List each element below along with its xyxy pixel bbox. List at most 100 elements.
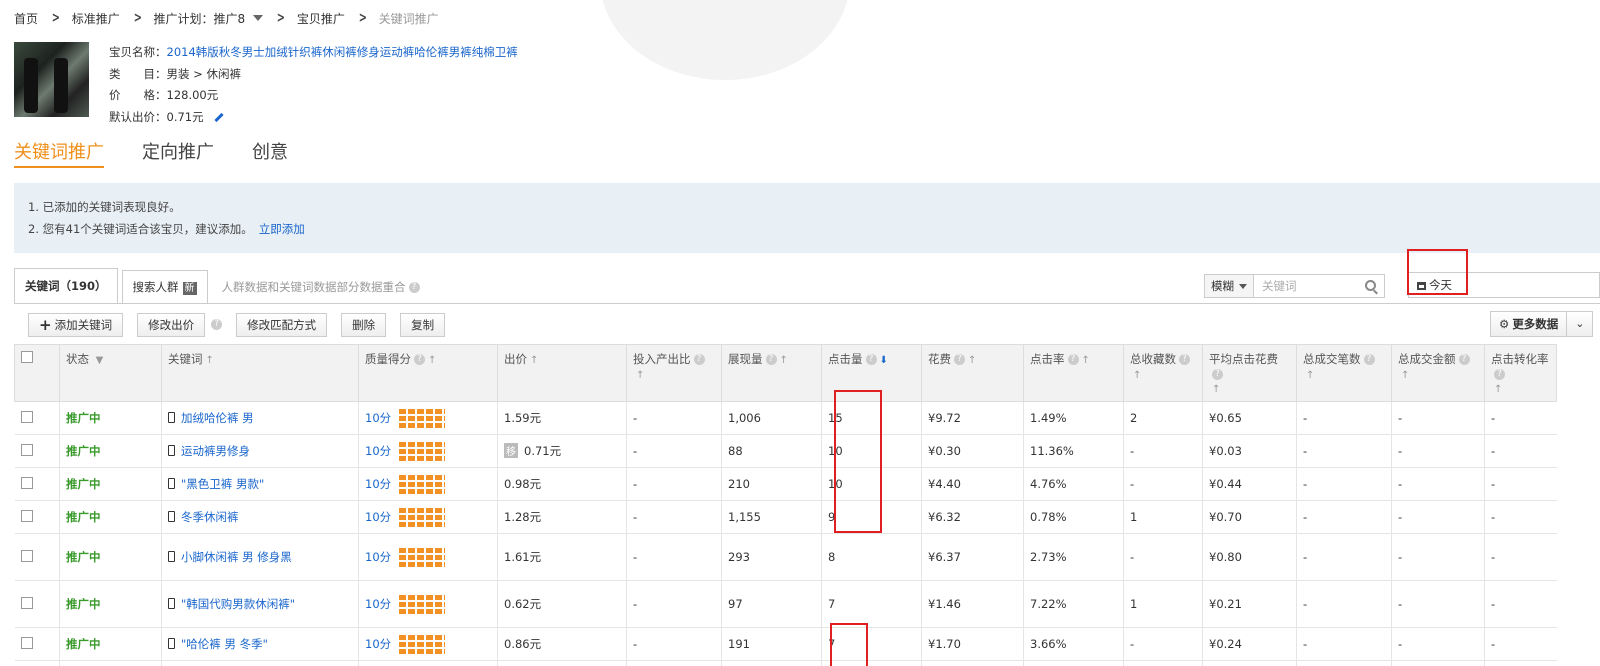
cell-bid[interactable]: 0.98元	[497, 467, 627, 501]
row-checkbox[interactable]	[20, 549, 33, 562]
sort-icon[interactable]: ↑	[1494, 384, 1502, 395]
cell-bid[interactable]: 1.61元	[497, 533, 627, 581]
help-icon[interactable]: ?	[765, 354, 777, 365]
help-icon[interactable]: ?	[211, 319, 223, 330]
cell-keyword[interactable]: 黑色休闲裤 男 小脚裤	[161, 660, 359, 666]
edit-pencil-icon[interactable]	[214, 112, 224, 122]
row-checkbox[interactable]	[20, 476, 33, 489]
cell-keyword[interactable]: 小脚休闲裤 男 修身黑	[161, 533, 359, 581]
cell-bid[interactable]: 1.28元	[497, 500, 627, 534]
col-bid[interactable]: 出价 ↑	[497, 344, 627, 402]
tab-keyword-promotion[interactable]: 关键词推广	[14, 138, 104, 168]
delete-button[interactable]: 删除	[341, 313, 387, 337]
help-icon[interactable]: ?	[1363, 354, 1375, 365]
keyword-search-input[interactable]: 关键词	[1254, 274, 1385, 298]
keyword-link[interactable]: "韩国代购男款休闲裤"	[181, 597, 295, 611]
col-quality[interactable]: 质量得分? ↑	[358, 344, 498, 402]
sort-icon[interactable]: ↑	[1212, 384, 1220, 395]
sort-icon[interactable]: ↑	[1082, 355, 1090, 366]
cell-keyword[interactable]: "黑色卫裤 男款"	[161, 467, 359, 501]
product-name-link[interactable]: 2014韩版秋冬男士加绒针织裤休闲裤修身运动裤哈伦裤男裤纯棉卫裤	[167, 45, 518, 59]
col-amount[interactable]: 总成交金额? ↑	[1391, 344, 1485, 402]
table-row[interactable]: 推广中 冬季休闲裤 10分 1.28元 -1,155 9 ¥6.32 0.78% 1 ¥0.70-…	[14, 500, 1557, 534]
breadcrumb-home[interactable]: 首页	[14, 10, 38, 27]
help-icon[interactable]: ?	[954, 354, 965, 365]
help-icon[interactable]: ?	[1494, 369, 1505, 380]
col-orders[interactable]: 总成交笔数? ↑	[1296, 344, 1392, 402]
cell-keyword[interactable]: "哈伦裤 男 冬季"	[161, 627, 359, 661]
match-type-dropdown[interactable]: 模糊	[1204, 274, 1254, 298]
row-checkbox[interactable]	[20, 509, 33, 522]
tab-keywords[interactable]: 关键词（190）	[14, 268, 118, 304]
col-status[interactable]: 状态 ▼	[59, 344, 162, 402]
table-row[interactable]: 推广中 小脚休闲裤 男 修身黑 10分 1.61元 - 293 8 ¥6.37 2.73% - ¥0…	[14, 533, 1557, 581]
help-icon[interactable]: ?	[1458, 354, 1470, 365]
quality-score-value[interactable]: 10分	[365, 477, 391, 491]
sort-icon[interactable]: ↑	[206, 355, 214, 366]
breadcrumb-plan[interactable]: 推广计划：推广8	[154, 10, 246, 27]
search-icon[interactable]	[1365, 280, 1376, 291]
col-impressions[interactable]: 展现量? ↑	[721, 344, 822, 402]
row-checkbox[interactable]	[20, 596, 33, 609]
sort-desc-icon[interactable]: ⬇	[880, 355, 888, 366]
sort-icon[interactable]: ↑	[530, 355, 538, 366]
tab-creative[interactable]: 创意	[252, 138, 288, 168]
table-row[interactable]: 推广中 "黑色卫裤 男款" 10分 0.98元 -210 10 ¥4.40 4.76% - ¥0.…	[14, 467, 1557, 501]
row-checkbox[interactable]	[20, 410, 33, 423]
keyword-link[interactable]: 加绒哈伦裤 男	[181, 411, 254, 425]
cell-bid[interactable]: 0.79元	[497, 660, 627, 666]
tab-search-crowd[interactable]: 搜索人群新	[121, 270, 208, 304]
cell-bid[interactable]: 0.86元	[497, 627, 627, 661]
help-icon[interactable]: ?	[1179, 354, 1190, 365]
copy-button[interactable]: 复制	[400, 313, 446, 337]
edit-bid-button[interactable]: 修改出价	[137, 313, 206, 337]
table-row[interactable]: 推广中 "哈伦裤 男 冬季" 10分 0.86元 -191 7 ¥1.70 3.66% - ¥0.…	[14, 627, 1557, 661]
sort-icon[interactable]: ↑	[428, 355, 436, 366]
sort-icon[interactable]: ↑	[1401, 370, 1409, 381]
breadcrumb-item[interactable]: 宝贝推广	[297, 10, 345, 27]
col-keyword[interactable]: 关键词 ↑	[161, 344, 359, 402]
sort-icon[interactable]: ↑	[780, 355, 788, 366]
col-cvr[interactable]: 点击转化率? ↑	[1484, 344, 1557, 402]
tab-targeted-promotion[interactable]: 定向推广	[142, 138, 214, 168]
product-thumbnail[interactable]	[14, 42, 89, 117]
cell-keyword[interactable]: 运动裤男修身	[161, 434, 359, 468]
keyword-link[interactable]: 小脚休闲裤 男 修身黑	[181, 550, 292, 564]
help-icon[interactable]: ?	[1212, 369, 1223, 380]
keyword-link[interactable]: "黑色卫裤 男款"	[181, 477, 264, 491]
sort-icon[interactable]: ↑	[968, 355, 976, 366]
cell-bid[interactable]: 0.62元	[497, 580, 627, 628]
quality-score-value[interactable]: 10分	[365, 444, 391, 458]
col-cost[interactable]: 花费? ↑	[921, 344, 1024, 402]
quality-score-value[interactable]: 10分	[365, 637, 391, 651]
col-ctr[interactable]: 点击率? ↑	[1023, 344, 1124, 402]
table-row[interactable]: 推广中 加绒哈伦裤 男 10分 1.59元 -1,006 15 ¥9.72 1.49% 2 ¥0.…	[14, 401, 1557, 435]
col-cpc[interactable]: 平均点击花费? ↑	[1202, 344, 1297, 402]
help-icon[interactable]: ?	[414, 354, 425, 365]
chevron-down-icon[interactable]: ⌄	[1567, 311, 1594, 337]
edit-match-button[interactable]: 修改匹配方式	[236, 313, 328, 337]
more-data-button[interactable]: ⚙ 更多数据	[1490, 311, 1568, 337]
row-checkbox[interactable]	[20, 443, 33, 456]
cell-keyword[interactable]: 加绒哈伦裤 男	[161, 401, 359, 435]
table-row[interactable]: 推广中 运动裤男修身 10分移 0.71元 -88 10 ¥0.30 11.36% - ¥0.03…	[14, 434, 1557, 468]
col-favorites[interactable]: 总收藏数? ↑	[1123, 344, 1203, 402]
keyword-link[interactable]: "哈伦裤 男 冬季"	[181, 637, 268, 651]
quality-score-value[interactable]: 10分	[365, 411, 391, 425]
breadcrumb-standard[interactable]: 标准推广	[72, 10, 120, 27]
keyword-link[interactable]: 冬季休闲裤	[181, 510, 239, 524]
bid-value[interactable]: 0.71元	[524, 444, 561, 458]
add-keyword-button[interactable]: + 添加关键词	[28, 313, 124, 337]
cell-keyword[interactable]: 冬季休闲裤	[161, 500, 359, 534]
help-icon[interactable]: ?	[408, 282, 420, 293]
quality-score-value[interactable]: 10分	[365, 550, 391, 564]
add-now-link[interactable]: 立即添加	[259, 222, 305, 236]
table-row[interactable]: 推广中 "韩国代购男款休闲裤" 10分 0.62元 - 97 7 ¥1.46 7.22% 1 ¥0.…	[14, 580, 1557, 628]
select-all-checkbox[interactable]	[21, 351, 33, 363]
sort-icon[interactable]: ↑	[1133, 370, 1141, 381]
sort-icon[interactable]: ↑	[1306, 370, 1314, 381]
sort-icon[interactable]: ↑	[636, 370, 644, 381]
row-checkbox[interactable]	[20, 636, 33, 649]
keyword-link[interactable]: 运动裤男修身	[181, 444, 250, 458]
help-icon[interactable]: ?	[865, 354, 877, 365]
